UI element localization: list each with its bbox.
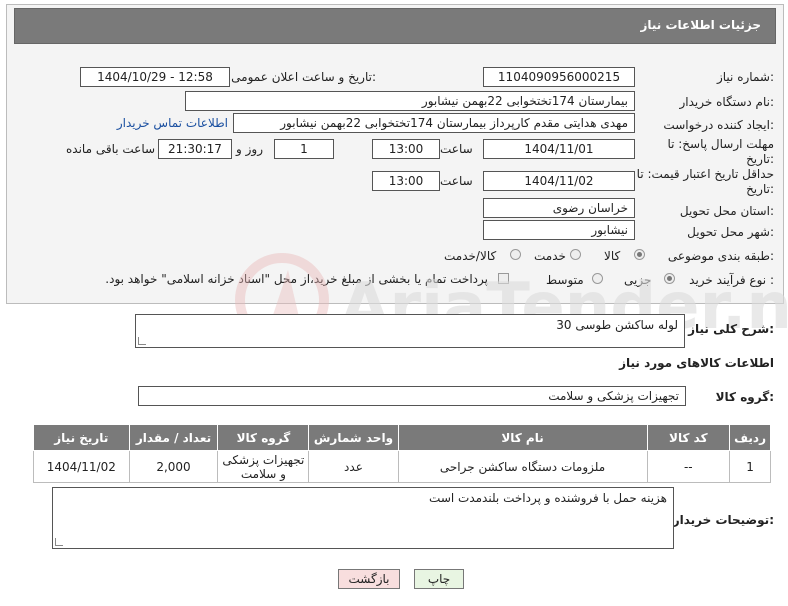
cell-row: 1 — [729, 450, 771, 483]
buyer-notes-text: هزینه حمل با فروشنده و پرداخت بلندمدت اس… — [429, 491, 667, 505]
header-bar: جزئیات اطلاعات نیاز — [14, 8, 776, 44]
category-label: طبقه بندی موضوعی: — [667, 249, 774, 263]
process-radio-minor[interactable] — [664, 273, 675, 284]
remaining-label: ساعت باقی مانده — [66, 142, 156, 156]
col-group: گروه کالا — [217, 424, 310, 451]
category-radio-service[interactable] — [570, 249, 581, 260]
cell-name: ملزومات دستگاه ساکشن جراحی — [397, 450, 648, 483]
remaining-time-field: 21:30:17 — [158, 139, 232, 159]
goods-group-field: تجهیزات پزشکی و سلامت — [138, 386, 686, 406]
process-label: نوع فرآیند خرید : — [689, 273, 774, 287]
city-field: نیشابور — [483, 220, 635, 240]
treasury-text: پرداخت تمام یا بخشی از مبلغ خرید،از محل … — [105, 272, 488, 286]
resize-handle[interactable] — [138, 337, 146, 345]
cell-date: 1404/11/02 — [33, 450, 130, 483]
category-option-both: کالا/خدمت — [444, 249, 497, 263]
buyer-org-field: بیمارستان 174تختخوابی 22بهمن نیشابور — [185, 91, 635, 111]
process-radio-medium[interactable] — [592, 273, 603, 284]
reply-time-label: ساعت — [440, 142, 473, 156]
category-radio-both[interactable] — [510, 249, 521, 260]
price-date-field: 1404/11/02 — [483, 171, 635, 191]
announce-field: 1404/10/29 - 12:58 — [80, 67, 230, 87]
province-label: استان محل تحویل: — [679, 204, 774, 218]
cell-group: تجهیزات پزشکی و سلامت — [217, 450, 310, 483]
goods-group-label: گروه کالا: — [715, 390, 774, 404]
table-header-row: ردیف کد کالا نام کالا واحد شمارش گروه کا… — [33, 424, 771, 451]
buyer-notes-field: هزینه حمل با فروشنده و پرداخت بلندمدت اس… — [52, 487, 674, 549]
table-row: 1 -- ملزومات دستگاه ساکشن جراحی عدد تجهی… — [33, 450, 771, 483]
category-radio-goods[interactable] — [634, 249, 645, 260]
page-title: جزئیات اطلاعات نیاز — [640, 18, 761, 32]
col-row: ردیف — [729, 424, 771, 451]
cell-unit: عدد — [308, 450, 399, 483]
announce-label: تاریخ و ساعت اعلان عمومی: — [231, 70, 376, 84]
summary-text: لوله ساکشن طوسی 30 — [556, 318, 678, 332]
requester-field: مهدی هدایتی مقدم کارپرداز بیمارستان 174ت… — [233, 113, 635, 133]
buyer-contact-link[interactable]: اطلاعات تماس خریدار — [117, 116, 228, 130]
reply-time-field: 13:00 — [372, 139, 440, 159]
need-number-label: شماره نیاز: — [716, 70, 774, 84]
buyer-notes-label: توضیحات خریدار: — [672, 513, 774, 527]
reply-date-field: 1404/11/01 — [483, 139, 635, 159]
summary-label: شرح کلی نیاز: — [688, 322, 774, 336]
cell-quantity: 2,000 — [128, 450, 219, 483]
col-name: نام کالا — [397, 424, 648, 451]
city-label: شهر محل تحویل: — [687, 225, 774, 239]
days-field: 1 — [274, 139, 334, 159]
days-label: روز و — [236, 142, 263, 156]
category-option-service: خدمت — [534, 249, 566, 263]
process-option-medium: متوسط — [546, 273, 584, 287]
resize-handle[interactable] — [55, 538, 63, 546]
category-option-goods: کالا — [604, 249, 621, 263]
need-number-field: 1104090956000215 — [483, 67, 635, 87]
summary-field: لوله ساکشن طوسی 30 — [135, 314, 685, 348]
col-unit: واحد شمارش — [308, 424, 399, 451]
treasury-checkbox[interactable] — [498, 273, 509, 284]
province-field: خراسان رضوی — [483, 198, 635, 218]
goods-section-title: اطلاعات کالاهای مورد نیاز — [619, 356, 774, 370]
print-button[interactable]: چاپ — [414, 569, 464, 589]
col-quantity: تعداد / مقدار — [128, 424, 219, 451]
reply-deadline-label: مهلت ارسال پاسخ: تا تاریخ: — [667, 137, 774, 166]
requester-label: ایجاد کننده درخواست: — [663, 118, 774, 132]
process-option-minor: جزیی — [624, 273, 652, 287]
price-time-label: ساعت — [440, 174, 473, 188]
price-time-field: 13:00 — [372, 171, 440, 191]
back-button[interactable]: بازگشت — [338, 569, 400, 589]
col-date: تاریخ نیاز — [33, 424, 130, 451]
goods-table: ردیف کد کالا نام کالا واحد شمارش گروه کا… — [33, 424, 771, 483]
price-deadline-label: حداقل تاریخ اعتبار قیمت: تا تاریخ: — [636, 167, 774, 196]
cell-code: -- — [646, 450, 731, 483]
buyer-org-label: نام دستگاه خریدار: — [679, 95, 775, 109]
col-code: کد کالا — [646, 424, 731, 451]
